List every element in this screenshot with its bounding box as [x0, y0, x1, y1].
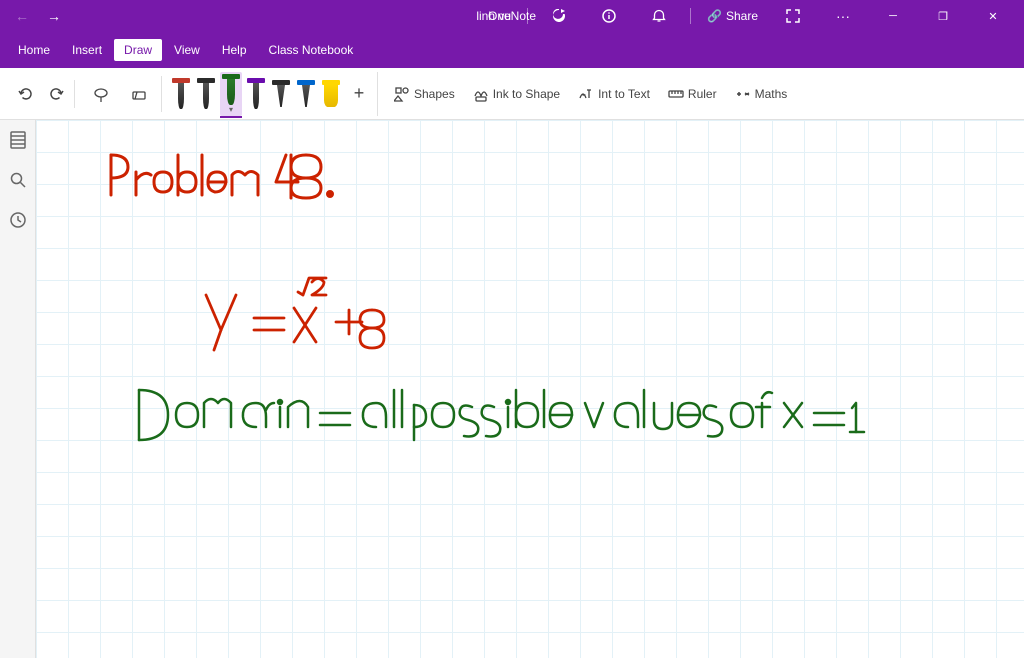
marker-2[interactable] — [295, 78, 317, 109]
pen-3-green[interactable]: ▾ — [220, 72, 242, 116]
shapes-button[interactable]: Shapes — [386, 76, 463, 112]
undo-redo-group — [8, 80, 75, 108]
titlebar-separator2 — [690, 8, 691, 24]
ink-to-shape-button[interactable]: Ink to Shape — [465, 76, 568, 112]
more-options-button[interactable]: ··· — [820, 0, 866, 32]
titlebar: ← → OneNote linh vu 🔗 Share ··· ─ ❐ ✕ — [0, 0, 1024, 32]
forward-button[interactable]: → — [40, 2, 68, 30]
draw-tools-group: Shapes Ink to Shape Int to Text Ruler Ma… — [382, 76, 799, 112]
menu-home[interactable]: Home — [8, 39, 60, 61]
app-title: OneNote — [488, 9, 536, 23]
lasso-button[interactable] — [83, 76, 119, 112]
pen-1[interactable] — [170, 76, 192, 111]
menu-class-notebook[interactable]: Class Notebook — [259, 39, 364, 61]
sidebar-search-icon[interactable] — [6, 168, 30, 192]
back-button[interactable]: ← — [8, 2, 36, 30]
pen-4[interactable] — [245, 76, 267, 111]
selection-group — [79, 76, 162, 112]
fullscreen-button[interactable] — [770, 0, 816, 32]
sidebar — [0, 120, 36, 658]
maths-button[interactable]: Maths — [727, 76, 796, 112]
toolbar: ▾ + Shapes Ink to Shape — [0, 68, 1024, 120]
menu-view[interactable]: View — [164, 39, 210, 61]
sidebar-history-icon[interactable] — [6, 208, 30, 232]
add-pen-button[interactable]: + — [345, 80, 373, 108]
close-button[interactable]: ✕ — [970, 0, 1016, 32]
redo-button[interactable] — [42, 80, 70, 108]
sidebar-notebook-icon[interactable] — [6, 128, 30, 152]
canvas[interactable] — [36, 120, 1024, 658]
pen-2[interactable] — [195, 76, 217, 111]
undo-button[interactable] — [12, 80, 40, 108]
ink-to-text-button[interactable]: Int to Text — [570, 76, 658, 112]
menu-insert[interactable]: Insert — [62, 39, 112, 61]
menubar: Home Insert Draw View Help Class Noteboo… — [0, 32, 1024, 68]
eraser-button[interactable] — [121, 76, 157, 112]
marker-1[interactable] — [270, 78, 292, 109]
menu-help[interactable]: Help — [212, 39, 257, 61]
share-button[interactable]: 🔗 Share — [699, 0, 766, 32]
menu-draw[interactable]: Draw — [114, 39, 162, 61]
handwriting-layer — [36, 120, 1024, 658]
bell-button[interactable] — [636, 0, 682, 32]
pens-group: ▾ + — [166, 72, 378, 116]
info-button[interactable] — [586, 0, 632, 32]
ruler-button[interactable]: Ruler — [660, 76, 725, 112]
minimize-button[interactable]: ─ — [870, 0, 916, 32]
restore-button[interactable]: ❐ — [920, 0, 966, 32]
sync-button[interactable] — [536, 0, 582, 32]
highlighter[interactable] — [320, 78, 342, 109]
